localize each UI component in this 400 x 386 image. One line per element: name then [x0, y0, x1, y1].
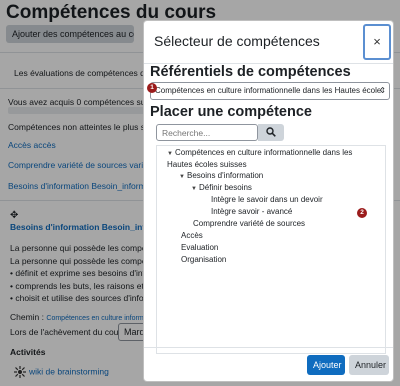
tree-node[interactable]: Intègre le savoir dans un devoir	[211, 194, 323, 205]
modal-header: Sélecteur de compétences ×	[144, 21, 393, 64]
close-button[interactable]: ×	[363, 24, 391, 60]
cancel-button[interactable]: Annuler	[349, 355, 389, 375]
chevron-updown-icon: ⇕	[379, 86, 386, 95]
tree-node[interactable]: Accès	[181, 230, 203, 241]
tree-node-continuation[interactable]: Hautes écoles suisses	[167, 159, 247, 170]
framework-selected-value: Compétences en culture informationnelle …	[155, 86, 382, 95]
search-input[interactable]	[156, 124, 258, 141]
add-button[interactable]: Ajouter	[307, 355, 345, 375]
tree-node[interactable]: Intègre savoir - avancé	[211, 206, 292, 217]
frameworks-heading: Référentiels de compétences	[150, 64, 351, 80]
competency-picker-dialog: Sélecteur de compétences × Référentiels …	[143, 20, 394, 382]
competency-tree: ▼ Compétences en culture informationnelle…	[156, 145, 386, 354]
caret-down-icon[interactable]: ▼	[179, 172, 187, 183]
annotation-badge-1: 1	[147, 83, 157, 93]
place-competency-heading: Placer une compétence	[150, 104, 312, 120]
annotation-badge-2: 2	[357, 208, 367, 218]
caret-down-icon[interactable]: ▼	[191, 184, 199, 195]
search-icon	[266, 127, 276, 137]
search-button[interactable]	[258, 124, 284, 141]
tree-node[interactable]: Evaluation	[181, 242, 218, 253]
modal-title: Sélecteur de compétences	[154, 33, 320, 49]
framework-select[interactable]: Compétences en culture informationnelle …	[150, 82, 390, 100]
tree-node[interactable]: Comprendre variété de sources	[193, 218, 305, 229]
modal-footer: Ajouter Annuler	[144, 347, 393, 381]
tree-node[interactable]: Organisation	[181, 254, 226, 265]
